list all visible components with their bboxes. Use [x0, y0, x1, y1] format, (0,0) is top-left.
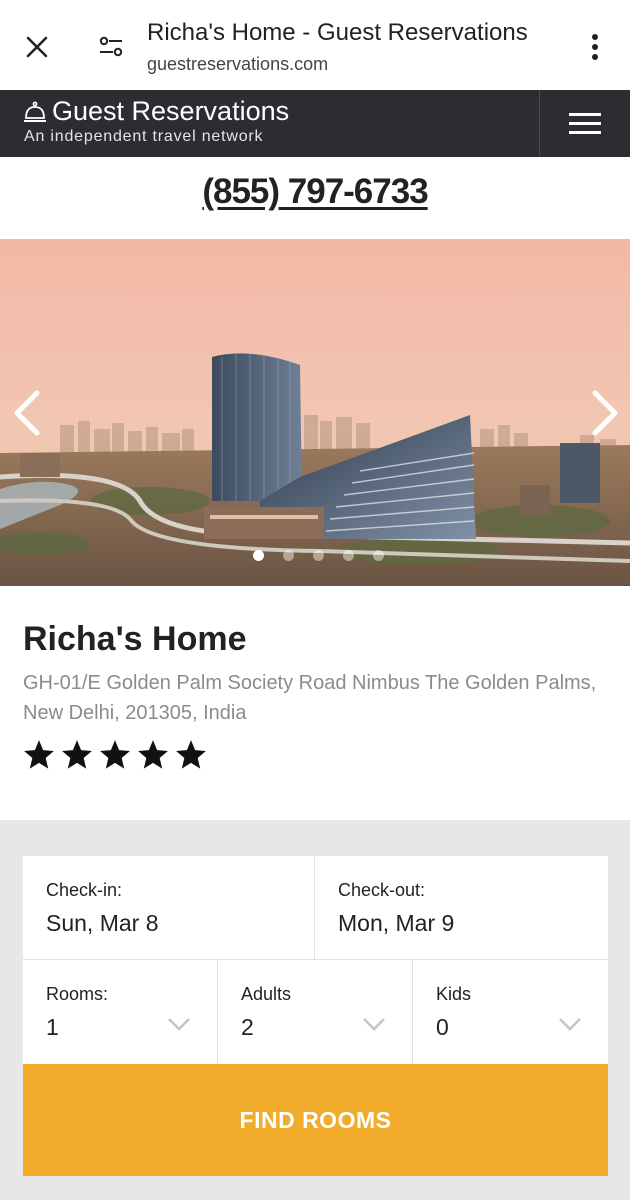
- find-rooms-button[interactable]: FIND ROOMS: [23, 1064, 608, 1176]
- kids-label: Kids: [436, 984, 472, 1004]
- guest-row: Rooms: 1 Adults 2 Kids 0: [23, 960, 608, 1064]
- chevron-down-icon: [168, 1018, 190, 1031]
- hero-image: [0, 239, 630, 586]
- brand-name: Guest Reservations: [52, 96, 290, 126]
- browser-toolbar: Richa's Home - Guest Reservations guestr…: [0, 0, 630, 90]
- rooms-value: 1: [46, 1014, 59, 1040]
- checkout-date-picker[interactable]: Check-out: Mon, Mar 9: [315, 856, 608, 959]
- checkout-label: Check-out:: [338, 880, 426, 900]
- carousel-prev-icon[interactable]: [4, 385, 48, 441]
- checkin-date-picker[interactable]: Check-in: Sun, Mar 8: [23, 856, 315, 959]
- browser-page-title: Richa's Home - Guest Reservations: [147, 19, 528, 46]
- kids-select[interactable]: Kids 0: [413, 960, 608, 1064]
- hero-carousel[interactable]: [0, 239, 630, 586]
- carousel-dot[interactable]: [312, 550, 324, 561]
- star-icon: [138, 740, 168, 769]
- carousel-next-icon[interactable]: [584, 385, 628, 441]
- checkout-value: Mon, Mar 9: [338, 910, 455, 936]
- checkin-label: Check-in:: [46, 880, 123, 900]
- star-rating: [22, 738, 208, 772]
- carousel-dot[interactable]: [372, 550, 384, 561]
- site-settings-icon[interactable]: [92, 28, 130, 66]
- carousel-indicators: [0, 550, 630, 561]
- star-icon: [176, 740, 206, 769]
- property-address: GH-01/E Golden Palm Society Road Nimbus …: [23, 672, 597, 724]
- phone-number-link[interactable]: (855) 797-6733: [202, 172, 428, 211]
- brand-logo[interactable]: Guest Reservations An independent travel…: [22, 96, 289, 146]
- star-icon: [62, 740, 92, 769]
- rooms-select[interactable]: Rooms: 1: [23, 960, 218, 1064]
- service-bell-icon: [22, 99, 48, 125]
- carousel-dot[interactable]: [342, 550, 354, 561]
- adults-label: Adults: [241, 984, 292, 1004]
- carousel-dot[interactable]: [252, 550, 264, 561]
- hamburger-menu-icon[interactable]: [540, 90, 630, 157]
- more-options-icon[interactable]: [578, 28, 612, 66]
- star-icon: [24, 740, 54, 769]
- carousel-dot[interactable]: [282, 550, 294, 561]
- adults-select[interactable]: Adults 2: [218, 960, 413, 1064]
- date-row: Check-in: Sun, Mar 8 Check-out: Mon, Mar…: [23, 856, 608, 960]
- phone-number-container: (855) 797-6733: [0, 172, 630, 212]
- booking-form: Check-in: Sun, Mar 8 Check-out: Mon, Mar…: [23, 856, 608, 1176]
- rooms-label: Rooms:: [46, 984, 109, 1004]
- chevron-down-icon: [363, 1018, 385, 1031]
- star-icon: [100, 740, 130, 769]
- close-icon[interactable]: [18, 28, 56, 66]
- checkin-value: Sun, Mar 8: [46, 910, 159, 936]
- booking-panel: Check-in: Sun, Mar 8 Check-out: Mon, Mar…: [0, 820, 630, 1200]
- chevron-down-icon: [559, 1018, 581, 1031]
- site-header: Guest Reservations An independent travel…: [0, 90, 630, 157]
- property-name: Richa's Home: [23, 620, 247, 658]
- adults-value: 2: [241, 1014, 254, 1040]
- browser-url[interactable]: guestreservations.com: [147, 54, 328, 75]
- kids-value: 0: [436, 1014, 449, 1040]
- brand-tagline: An independent travel network: [24, 128, 264, 145]
